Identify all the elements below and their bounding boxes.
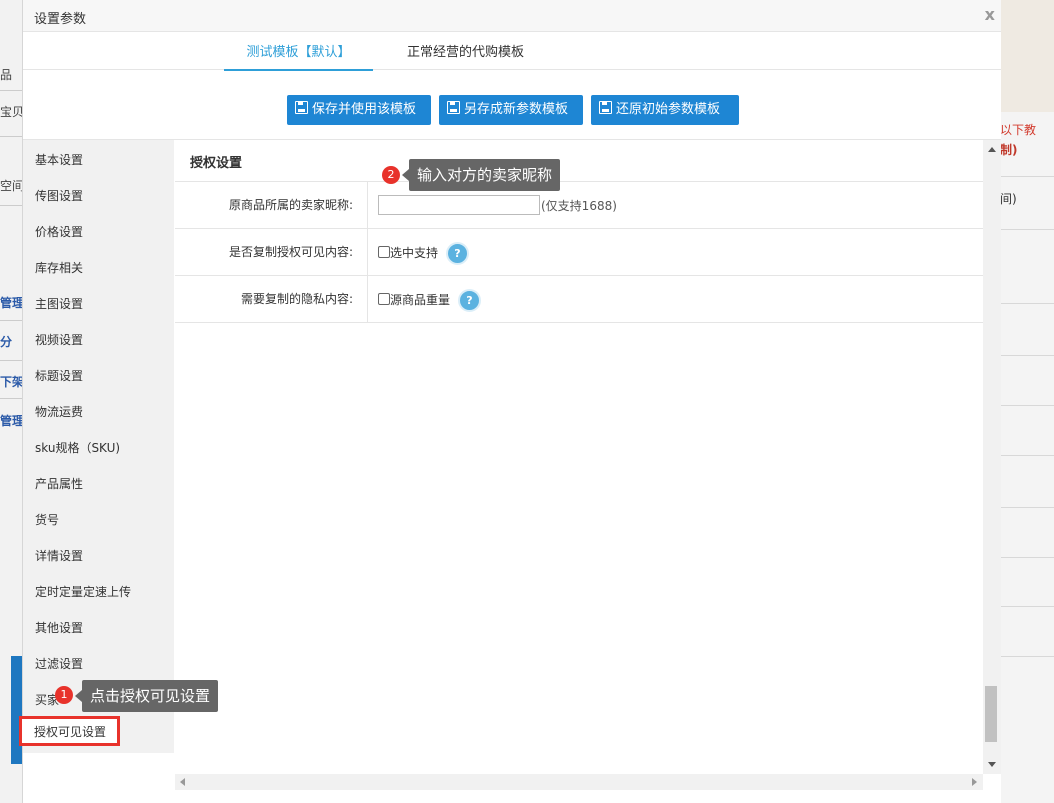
private-content-label: 需要复制的隐私内容: — [175, 276, 368, 322]
menu-item-main-image[interactable]: 主图设置 — [35, 295, 83, 312]
save-and-use-label: 保存并使用该模板 — [312, 102, 417, 117]
background-divider — [1000, 405, 1054, 406]
background-text: 下架 — [0, 375, 22, 389]
menu-item-sku[interactable]: sku规格（SKU) — [35, 439, 120, 456]
background-panel — [1000, 0, 1054, 112]
vertical-scrollbar[interactable] — [983, 140, 1001, 774]
source-weight-checkbox-label: 源商品重量 — [390, 293, 451, 307]
menu-item-attributes[interactable]: 产品属性 — [35, 475, 83, 492]
form-row-private-content: 需要复制的隐私内容: 源商品重量 ? — [175, 276, 983, 323]
menu-item-filter[interactable]: 过滤设置 — [35, 655, 83, 672]
background-text: 制) — [1000, 143, 1018, 157]
background-divider — [1000, 507, 1054, 508]
source-weight-checkbox[interactable] — [378, 293, 390, 305]
background-text: 宝贝 — [0, 105, 22, 119]
background-divider — [0, 398, 22, 399]
menu-item-basic[interactable]: 基本设置 — [35, 151, 83, 168]
menu-item-authorization-visible[interactable]: 授权可见设置 — [19, 716, 120, 746]
scroll-left-icon[interactable] — [180, 778, 185, 786]
background-divider — [0, 90, 22, 91]
step-badge-1: 1 — [55, 686, 73, 704]
question-icon[interactable]: ? — [458, 289, 481, 312]
background-divider — [0, 360, 22, 361]
menu-item-video[interactable]: 视频设置 — [35, 331, 83, 348]
annotation-callout-2: 输入对方的卖家昵称 — [401, 159, 561, 191]
annotation-callout-1: 点击授权可见设置 — [74, 680, 219, 712]
scroll-down-icon[interactable] — [988, 762, 996, 767]
save-as-new-button[interactable]: 另存成新参数模板 — [439, 95, 583, 125]
background-text: 品 — [0, 68, 13, 82]
background-text: 间) — [1000, 192, 1017, 206]
source-weight-option[interactable]: 源商品重量 — [378, 291, 450, 308]
form-row-copy-authorized: 是否复制授权可见内容: 选中支持 ? — [175, 229, 983, 276]
menu-item-details[interactable]: 详情设置 — [35, 547, 83, 564]
save-icon — [447, 101, 460, 114]
seller-nickname-input[interactable] — [378, 195, 540, 215]
step-badge-2: 2 — [382, 166, 400, 184]
form-row-seller-nickname: 原商品所属的卖家昵称: (仅支持1688) — [175, 182, 983, 229]
restore-defaults-label: 还原初始参数模板 — [616, 102, 721, 117]
copy-authorized-label: 是否复制授权可见内容: — [175, 229, 368, 275]
section-title: 授权设置 — [190, 156, 243, 171]
copy-authorized-checkbox-label: 选中支持 — [390, 246, 439, 260]
template-tabs: 测试模板【默认】 正常经营的代购模板 — [23, 32, 1001, 71]
scrollbar-thumb[interactable] — [985, 686, 997, 742]
background-divider — [0, 136, 22, 137]
background-text: 分 — [0, 335, 13, 349]
restore-defaults-button[interactable]: 还原初始参数模板 — [591, 95, 739, 125]
seller-nickname-label: 原商品所属的卖家昵称: — [175, 182, 368, 228]
dialog-title: 设置参数 — [34, 12, 87, 27]
background-divider — [1000, 355, 1054, 356]
menu-item-upload-image[interactable]: 传图设置 — [35, 187, 83, 204]
scroll-right-icon[interactable] — [972, 778, 977, 786]
scroll-up-icon[interactable] — [988, 147, 996, 152]
background-blue-block — [11, 656, 22, 764]
background-divider — [0, 205, 22, 206]
background-text: 管理 — [0, 296, 22, 310]
background-text: 空间 — [0, 179, 22, 193]
dialog-titlebar: 设置参数 x — [23, 0, 1001, 32]
background-divider — [1000, 303, 1054, 304]
question-icon[interactable]: ? — [446, 242, 469, 265]
copy-authorized-option[interactable]: 选中支持 — [378, 244, 438, 261]
background-divider — [1000, 176, 1054, 177]
menu-item-shipping[interactable]: 物流运费 — [35, 403, 83, 420]
save-icon — [599, 101, 612, 114]
save-as-new-label: 另存成新参数模板 — [464, 102, 569, 117]
menu-item-scheduled-upload[interactable]: 定时定量定速上传 — [35, 583, 131, 600]
background-divider — [1000, 557, 1054, 558]
background-divider — [1000, 606, 1054, 607]
menu-item-other[interactable]: 其他设置 — [35, 619, 83, 636]
menu-item-price[interactable]: 价格设置 — [35, 223, 83, 240]
horizontal-scrollbar[interactable] — [175, 774, 983, 790]
settings-dialog: 设置参数 x 测试模板【默认】 正常经营的代购模板 保存并使用该模板 另存成新参… — [19, 0, 1001, 803]
background-divider — [1000, 656, 1054, 657]
menu-item-item-number[interactable]: 货号 — [35, 511, 59, 528]
background-divider — [1000, 455, 1054, 456]
background-divider — [1000, 229, 1054, 230]
seller-nickname-hint: (仅支持1688) — [541, 199, 617, 213]
menu-item-title[interactable]: 标题设置 — [35, 367, 83, 384]
menu-item-stock[interactable]: 库存相关 — [35, 259, 83, 276]
background-text: 以下教 — [1000, 123, 1037, 137]
save-icon — [295, 101, 308, 114]
copy-authorized-checkbox[interactable] — [378, 246, 390, 258]
save-and-use-button[interactable]: 保存并使用该模板 — [287, 95, 431, 125]
tab-normal-template[interactable]: 正常经营的代购模板 — [407, 41, 524, 69]
tab-test-template[interactable]: 测试模板【默认】 — [224, 41, 373, 71]
background-divider — [0, 320, 22, 321]
background-text: 管理 — [0, 414, 22, 428]
close-icon[interactable]: x — [985, 5, 995, 24]
